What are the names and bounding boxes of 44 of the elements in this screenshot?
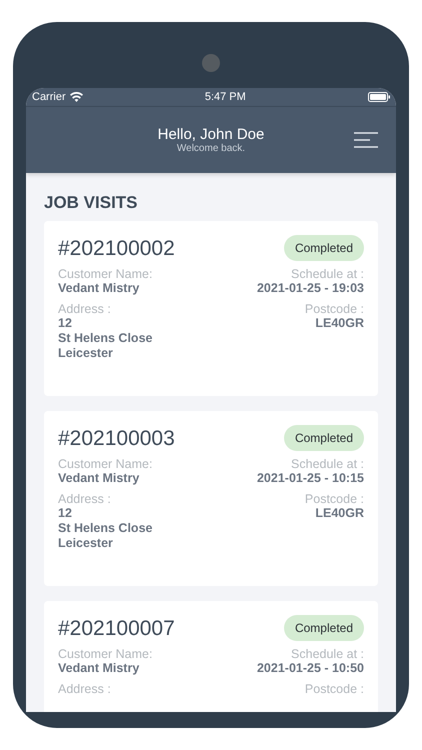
section-title: JOB VISITS bbox=[43, 192, 139, 214]
job-card[interactable]: #202100002 Completed Customer Name: Vedant Mistry Schedule at : 2021-01-25 - 19:03 Address : 12 St Helens Close Leicester Postcode : LE40GR bbox=[44, 221, 378, 396]
customer-name: Vedant Mistry bbox=[58, 661, 140, 676]
address-line: Leicester bbox=[58, 536, 113, 551]
address-line: St Helens Close bbox=[58, 521, 152, 536]
greeting-subtitle: Welcome back. bbox=[176, 143, 246, 154]
status-badge: Completed bbox=[284, 425, 364, 451]
schedule-value: 2021-01-25 - 10:50 bbox=[256, 661, 364, 676]
schedule-value: 2021-01-25 - 10:15 bbox=[256, 471, 364, 486]
field-label: Customer Name: bbox=[58, 267, 152, 281]
field-label: Schedule at : bbox=[291, 647, 364, 661]
address-line: 12 bbox=[58, 316, 72, 331]
address-line: Leicester bbox=[58, 346, 113, 361]
job-number: #202100007 bbox=[58, 617, 175, 641]
address-line: 12 bbox=[58, 506, 72, 521]
schedule-value: 2021-01-25 - 19:03 bbox=[256, 281, 364, 296]
status-badge: Completed bbox=[284, 615, 364, 641]
greeting-title: Hello, John Doe bbox=[158, 126, 264, 143]
camera-dot bbox=[202, 54, 220, 72]
field-label: Customer Name: bbox=[58, 457, 152, 471]
field-label: Postcode : bbox=[304, 302, 364, 316]
field-label: Address : bbox=[58, 492, 111, 506]
postcode-value: LE40GR bbox=[315, 506, 364, 521]
field-label: Postcode : bbox=[304, 492, 364, 506]
customer-name: Vedant Mistry bbox=[58, 471, 140, 486]
field-label: Postcode : bbox=[304, 682, 364, 696]
wifi-icon bbox=[70, 92, 83, 102]
status-badge: Completed bbox=[284, 235, 364, 261]
job-card[interactable]: #202100003 Completed Customer Name: Vedant Mistry Schedule at : 2021-01-25 - 10:15 Address : 12 St Helens Close Leicester Postcode : LE40GR bbox=[44, 411, 378, 586]
field-label: Schedule at : bbox=[291, 267, 364, 281]
job-card[interactable]: #202100007 Completed Customer Name: Vedant Mistry Schedule at : 2021-01-25 - 10:50 Address : Postcode : bbox=[44, 601, 378, 712]
carrier-label: Carrier bbox=[32, 91, 66, 103]
postcode-value: LE40GR bbox=[315, 316, 364, 331]
field-label: Schedule at : bbox=[291, 457, 364, 471]
job-number: #202100003 bbox=[58, 427, 175, 451]
job-number: #202100002 bbox=[58, 237, 175, 261]
customer-name: Vedant Mistry bbox=[58, 281, 140, 296]
address-line: St Helens Close bbox=[58, 331, 152, 346]
field-label: Customer Name: bbox=[58, 647, 152, 661]
time-label: 5:47 PM bbox=[204, 91, 246, 103]
field-label: Address : bbox=[58, 682, 111, 696]
battery-icon bbox=[368, 92, 390, 102]
field-label: Address : bbox=[58, 302, 111, 316]
menu-button[interactable] bbox=[354, 131, 378, 149]
